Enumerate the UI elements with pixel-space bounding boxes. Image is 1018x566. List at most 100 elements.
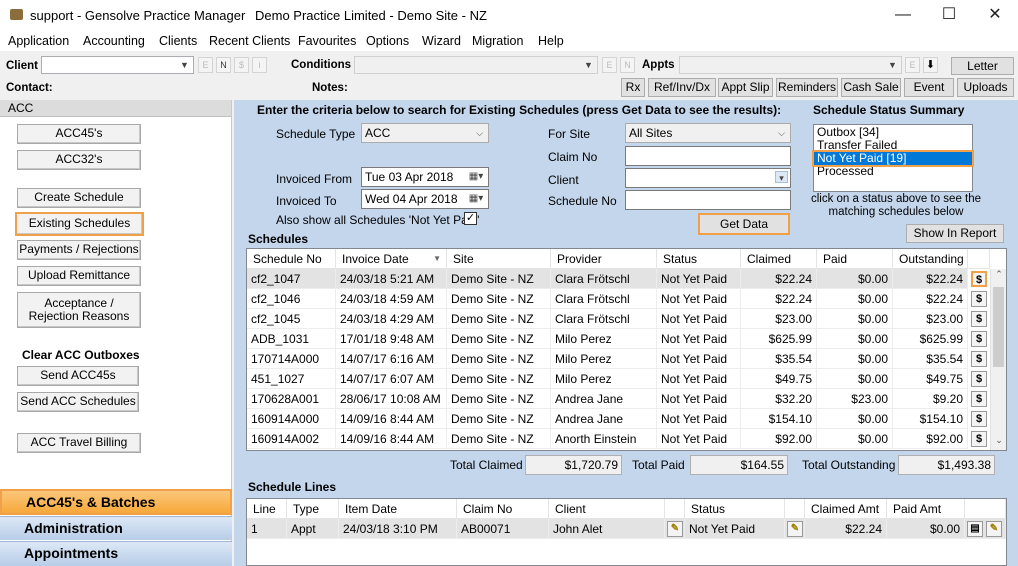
client-combo[interactable]: ▼ xyxy=(41,56,194,74)
column-header-item-date[interactable]: Item Date xyxy=(339,499,457,519)
client-filter-combo[interactable]: ▾ xyxy=(625,168,791,188)
also-show-checkbox[interactable]: ✓ xyxy=(464,212,477,225)
line-row[interactable]: 1 Appt 24/03/18 3:10 PM AB00071 John Ale… xyxy=(247,519,1006,539)
acceptance-rejection-reasons-button[interactable]: Acceptance / Rejection Reasons xyxy=(17,292,141,328)
scroll-down-icon[interactable]: ⌄ xyxy=(991,435,1006,449)
column-header-outstanding[interactable]: Outstanding xyxy=(893,249,968,269)
column-header-provider[interactable]: Provider xyxy=(551,249,657,269)
dollar-icon[interactable]: $ xyxy=(971,311,987,327)
letter-button[interactable]: Letter xyxy=(951,57,1014,75)
calendar-icon[interactable]: ▦▾ xyxy=(466,171,486,183)
pencil-icon[interactable]: ✎ xyxy=(787,521,803,537)
schedule-row[interactable]: 170714A000 14/07/17 6:16 AM Demo Site - NZ… xyxy=(247,349,987,369)
uploads-button[interactable]: Uploads xyxy=(957,78,1014,97)
column-header-schedule-no[interactable]: Schedule No xyxy=(247,249,336,269)
schedule-row[interactable]: cf2_1047 24/03/18 5:21 AM Demo Site - NZ Cl… xyxy=(247,269,987,289)
pencil-icon[interactable]: ✎ xyxy=(986,521,1002,537)
appts-combo[interactable]: ▼ xyxy=(679,56,902,74)
close-button[interactable]: ✕ xyxy=(972,0,1018,31)
invoiced-from-date[interactable]: Tue 03 Apr 2018 ▦▾ xyxy=(361,167,489,187)
for-site-select[interactable]: All Sites ⌵ xyxy=(625,123,791,143)
dollar-icon[interactable]: $ xyxy=(971,351,987,367)
line-client-edit[interactable]: ✎ xyxy=(665,519,685,539)
column-header-claim-no[interactable]: Claim No xyxy=(457,499,549,519)
client-edit-button[interactable]: E xyxy=(198,57,213,73)
column-header-line-status[interactable]: Status xyxy=(685,499,785,519)
schedule-row[interactable]: cf2_1046 24/03/18 4:59 AM Demo Site - NZ Cl… xyxy=(247,289,987,309)
acc-travel-billing-button[interactable]: ACC Travel Billing xyxy=(17,433,141,453)
nav-administration[interactable]: Administration xyxy=(0,516,232,540)
dollar-icon[interactable]: $ xyxy=(971,391,987,407)
schedule-lines-grid[interactable]: Line Type Item Date Claim No Client Stat… xyxy=(246,498,1007,566)
schedules-scrollbar[interactable]: ⌃ ⌄ xyxy=(990,269,1006,450)
column-header-status[interactable]: Status xyxy=(657,249,741,269)
menu-accounting[interactable]: Accounting xyxy=(83,34,145,48)
payments-rejections-button[interactable]: Payments / Rejections xyxy=(17,240,141,260)
column-header-site[interactable]: Site xyxy=(447,249,551,269)
column-header-invoice-date[interactable]: Invoice Date ▼ xyxy=(336,249,447,269)
column-header-claimed-amt[interactable]: Claimed Amt xyxy=(805,499,887,519)
acc45s-button[interactable]: ACC45's xyxy=(17,124,141,144)
scroll-thumb[interactable] xyxy=(993,287,1004,367)
menu-favourites[interactable]: Favourites xyxy=(298,34,356,48)
appt-slip-button[interactable]: Appt Slip xyxy=(718,78,773,97)
column-header-claimed[interactable]: Claimed xyxy=(741,249,817,269)
schedule-row[interactable]: 160914A000 14/09/16 8:44 AM Demo Site - NZ… xyxy=(247,409,987,429)
schedule-row[interactable]: 170628A001 28/06/17 10:08 AM Demo Site - N… xyxy=(247,389,987,409)
show-in-report-button[interactable]: Show In Report xyxy=(906,224,1004,243)
get-data-button[interactable]: Get Data xyxy=(698,213,790,235)
column-header-type[interactable]: Type xyxy=(287,499,339,519)
conditions-edit-button[interactable]: E xyxy=(602,57,617,73)
event-button[interactable]: Event xyxy=(904,78,954,97)
create-schedule-button[interactable]: Create Schedule xyxy=(17,188,141,208)
appts-edit-button[interactable]: E xyxy=(905,57,920,73)
menu-wizard[interactable]: Wizard xyxy=(422,34,461,48)
scroll-up-icon[interactable]: ⌃ xyxy=(991,269,1006,283)
dollar-icon[interactable]: $ xyxy=(971,431,987,447)
dollar-icon[interactable]: $ xyxy=(971,411,987,427)
nav-acc45s-batches[interactable]: ACC45's & Batches xyxy=(0,489,232,515)
schedule-row[interactable]: 160914A002 14/09/16 8:44 AM Demo Site - NZ… xyxy=(247,429,987,449)
ref-inv-dx-button[interactable]: Ref/Inv/Dx xyxy=(648,78,716,97)
reminders-button[interactable]: Reminders xyxy=(776,78,838,97)
line-status-edit[interactable]: ✎ xyxy=(785,519,805,539)
schedule-type-select[interactable]: ACC ⌵ xyxy=(361,123,489,143)
column-header-paid[interactable]: Paid xyxy=(817,249,893,269)
column-header-line[interactable]: Line xyxy=(247,499,287,519)
upload-remittance-button[interactable]: Upload Remittance xyxy=(17,266,141,286)
conditions-notes-button[interactable]: N xyxy=(620,57,635,73)
cash-sale-button[interactable]: Cash Sale xyxy=(841,78,901,97)
send-acc-schedules-button[interactable]: Send ACC Schedules xyxy=(17,392,139,412)
invoiced-to-date[interactable]: Wed 04 Apr 2018 ▦▾ xyxy=(361,189,489,209)
client-account-button[interactable]: $ xyxy=(234,57,249,73)
schedule-row[interactable]: ADB_1031 17/01/18 9:48 AM Demo Site - NZ Mi… xyxy=(247,329,987,349)
dollar-icon[interactable]: $ xyxy=(971,291,987,307)
rx-button[interactable]: Rx xyxy=(621,78,645,97)
status-summary-list[interactable]: Outbox [34] Transfer Failed Not Yet Paid… xyxy=(812,124,974,192)
client-info-button[interactable]: i xyxy=(252,57,267,73)
existing-schedules-button[interactable]: Existing Schedules xyxy=(15,212,144,236)
conditions-combo[interactable]: ▼ xyxy=(354,56,598,74)
menu-application[interactable]: Application xyxy=(8,34,69,48)
client-notes-button[interactable]: N xyxy=(216,57,231,73)
dollar-icon[interactable]: $ xyxy=(971,371,987,387)
menu-help[interactable]: Help xyxy=(538,34,564,48)
column-header-paid-amt[interactable]: Paid Amt xyxy=(887,499,965,519)
maximize-button[interactable]: ☐ xyxy=(926,0,972,31)
dollar-icon[interactable]: $ xyxy=(971,271,987,287)
document-icon[interactable]: ▤ xyxy=(967,521,983,537)
schedule-no-input[interactable] xyxy=(625,190,791,210)
schedule-row[interactable]: 451_1027 14/07/17 6:07 AM Demo Site - NZ Mi… xyxy=(247,369,987,389)
dollar-icon[interactable]: $ xyxy=(971,331,987,347)
menu-recent-clients[interactable]: Recent Clients xyxy=(209,34,290,48)
claim-no-input[interactable] xyxy=(625,146,791,166)
column-header-client[interactable]: Client xyxy=(549,499,665,519)
status-item-processed[interactable]: Processed xyxy=(814,165,972,178)
menu-options[interactable]: Options xyxy=(366,34,409,48)
schedule-row[interactable]: cf2_1045 24/03/18 4:29 AM Demo Site - NZ Cl… xyxy=(247,309,987,329)
acc32s-button[interactable]: ACC32's xyxy=(17,150,141,170)
nav-appointments[interactable]: Appointments xyxy=(0,541,232,566)
calendar-icon[interactable]: ▦▾ xyxy=(466,193,486,205)
menu-migration[interactable]: Migration xyxy=(472,34,523,48)
schedules-grid[interactable]: Schedule No Invoice Date ▼ Site Provider … xyxy=(246,248,1007,451)
